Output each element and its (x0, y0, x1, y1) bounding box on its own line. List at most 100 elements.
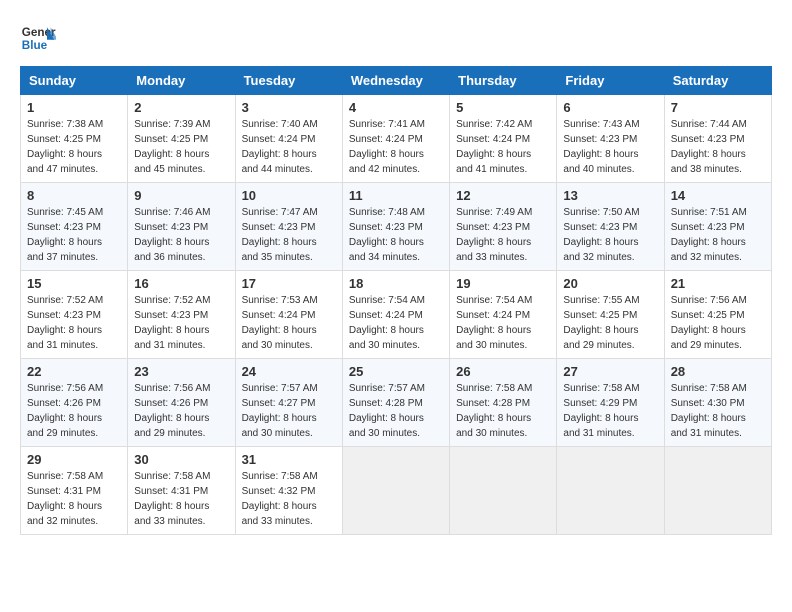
calendar-cell: 10 Sunrise: 7:47 AMSunset: 4:23 PMDaylig… (235, 183, 342, 271)
calendar-cell: 26 Sunrise: 7:58 AMSunset: 4:28 PMDaylig… (450, 359, 557, 447)
calendar-cell: 3 Sunrise: 7:40 AMSunset: 4:24 PMDayligh… (235, 95, 342, 183)
calendar-cell: 13 Sunrise: 7:50 AMSunset: 4:23 PMDaylig… (557, 183, 664, 271)
day-number: 12 (456, 188, 550, 203)
calendar-cell: 8 Sunrise: 7:45 AMSunset: 4:23 PMDayligh… (21, 183, 128, 271)
day-number: 17 (242, 276, 336, 291)
day-detail: Sunrise: 7:58 AMSunset: 4:30 PMDaylight:… (671, 381, 765, 441)
day-number: 3 (242, 100, 336, 115)
day-detail: Sunrise: 7:56 AMSunset: 4:25 PMDaylight:… (671, 293, 765, 353)
day-detail: Sunrise: 7:49 AMSunset: 4:23 PMDaylight:… (456, 205, 550, 265)
calendar-cell: 18 Sunrise: 7:54 AMSunset: 4:24 PMDaylig… (342, 271, 449, 359)
day-number: 18 (349, 276, 443, 291)
day-number: 5 (456, 100, 550, 115)
calendar-week-row: 29 Sunrise: 7:58 AMSunset: 4:31 PMDaylig… (21, 447, 772, 535)
calendar-body: 1 Sunrise: 7:38 AMSunset: 4:25 PMDayligh… (21, 95, 772, 535)
day-detail: Sunrise: 7:54 AMSunset: 4:24 PMDaylight:… (349, 293, 443, 353)
calendar-cell: 4 Sunrise: 7:41 AMSunset: 4:24 PMDayligh… (342, 95, 449, 183)
calendar-table: SundayMondayTuesdayWednesdayThursdayFrid… (20, 66, 772, 535)
day-detail: Sunrise: 7:38 AMSunset: 4:25 PMDaylight:… (27, 117, 121, 177)
svg-text:Blue: Blue (22, 39, 48, 52)
calendar-week-row: 8 Sunrise: 7:45 AMSunset: 4:23 PMDayligh… (21, 183, 772, 271)
day-detail: Sunrise: 7:58 AMSunset: 4:32 PMDaylight:… (242, 469, 336, 529)
day-number: 19 (456, 276, 550, 291)
calendar-header-sunday: Sunday (21, 67, 128, 95)
calendar-header-row: SundayMondayTuesdayWednesdayThursdayFrid… (21, 67, 772, 95)
calendar-cell: 25 Sunrise: 7:57 AMSunset: 4:28 PMDaylig… (342, 359, 449, 447)
day-number: 27 (563, 364, 657, 379)
day-number: 24 (242, 364, 336, 379)
day-number: 1 (27, 100, 121, 115)
calendar-header-wednesday: Wednesday (342, 67, 449, 95)
day-number: 25 (349, 364, 443, 379)
calendar-cell: 14 Sunrise: 7:51 AMSunset: 4:23 PMDaylig… (664, 183, 771, 271)
calendar-cell (664, 447, 771, 535)
day-number: 14 (671, 188, 765, 203)
day-detail: Sunrise: 7:50 AMSunset: 4:23 PMDaylight:… (563, 205, 657, 265)
calendar-cell: 6 Sunrise: 7:43 AMSunset: 4:23 PMDayligh… (557, 95, 664, 183)
day-number: 30 (134, 452, 228, 467)
calendar-cell: 12 Sunrise: 7:49 AMSunset: 4:23 PMDaylig… (450, 183, 557, 271)
calendar-cell: 16 Sunrise: 7:52 AMSunset: 4:23 PMDaylig… (128, 271, 235, 359)
calendar-cell: 1 Sunrise: 7:38 AMSunset: 4:25 PMDayligh… (21, 95, 128, 183)
day-number: 8 (27, 188, 121, 203)
calendar-header-friday: Friday (557, 67, 664, 95)
day-number: 22 (27, 364, 121, 379)
calendar-week-row: 22 Sunrise: 7:56 AMSunset: 4:26 PMDaylig… (21, 359, 772, 447)
calendar-cell: 21 Sunrise: 7:56 AMSunset: 4:25 PMDaylig… (664, 271, 771, 359)
day-detail: Sunrise: 7:52 AMSunset: 4:23 PMDaylight:… (27, 293, 121, 353)
calendar-week-row: 1 Sunrise: 7:38 AMSunset: 4:25 PMDayligh… (21, 95, 772, 183)
day-number: 31 (242, 452, 336, 467)
day-number: 9 (134, 188, 228, 203)
day-number: 13 (563, 188, 657, 203)
calendar-cell: 23 Sunrise: 7:56 AMSunset: 4:26 PMDaylig… (128, 359, 235, 447)
calendar-cell: 2 Sunrise: 7:39 AMSunset: 4:25 PMDayligh… (128, 95, 235, 183)
calendar-cell: 24 Sunrise: 7:57 AMSunset: 4:27 PMDaylig… (235, 359, 342, 447)
day-number: 2 (134, 100, 228, 115)
day-number: 29 (27, 452, 121, 467)
calendar-cell: 19 Sunrise: 7:54 AMSunset: 4:24 PMDaylig… (450, 271, 557, 359)
day-detail: Sunrise: 7:58 AMSunset: 4:31 PMDaylight:… (134, 469, 228, 529)
calendar-cell: 28 Sunrise: 7:58 AMSunset: 4:30 PMDaylig… (664, 359, 771, 447)
calendar-cell (450, 447, 557, 535)
day-detail: Sunrise: 7:56 AMSunset: 4:26 PMDaylight:… (134, 381, 228, 441)
day-number: 4 (349, 100, 443, 115)
calendar-cell: 9 Sunrise: 7:46 AMSunset: 4:23 PMDayligh… (128, 183, 235, 271)
calendar-cell: 15 Sunrise: 7:52 AMSunset: 4:23 PMDaylig… (21, 271, 128, 359)
calendar-week-row: 15 Sunrise: 7:52 AMSunset: 4:23 PMDaylig… (21, 271, 772, 359)
calendar-cell: 29 Sunrise: 7:58 AMSunset: 4:31 PMDaylig… (21, 447, 128, 535)
day-detail: Sunrise: 7:55 AMSunset: 4:25 PMDaylight:… (563, 293, 657, 353)
calendar-cell: 11 Sunrise: 7:48 AMSunset: 4:23 PMDaylig… (342, 183, 449, 271)
day-detail: Sunrise: 7:57 AMSunset: 4:28 PMDaylight:… (349, 381, 443, 441)
day-detail: Sunrise: 7:58 AMSunset: 4:28 PMDaylight:… (456, 381, 550, 441)
day-number: 6 (563, 100, 657, 115)
calendar-cell: 5 Sunrise: 7:42 AMSunset: 4:24 PMDayligh… (450, 95, 557, 183)
day-detail: Sunrise: 7:41 AMSunset: 4:24 PMDaylight:… (349, 117, 443, 177)
calendar-cell: 17 Sunrise: 7:53 AMSunset: 4:24 PMDaylig… (235, 271, 342, 359)
day-number: 16 (134, 276, 228, 291)
day-detail: Sunrise: 7:54 AMSunset: 4:24 PMDaylight:… (456, 293, 550, 353)
calendar-header-tuesday: Tuesday (235, 67, 342, 95)
day-number: 21 (671, 276, 765, 291)
calendar-cell: 30 Sunrise: 7:58 AMSunset: 4:31 PMDaylig… (128, 447, 235, 535)
day-detail: Sunrise: 7:56 AMSunset: 4:26 PMDaylight:… (27, 381, 121, 441)
logo-icon: General Blue (20, 20, 56, 56)
day-number: 10 (242, 188, 336, 203)
day-detail: Sunrise: 7:52 AMSunset: 4:23 PMDaylight:… (134, 293, 228, 353)
day-number: 23 (134, 364, 228, 379)
day-detail: Sunrise: 7:42 AMSunset: 4:24 PMDaylight:… (456, 117, 550, 177)
calendar-header-monday: Monday (128, 67, 235, 95)
day-detail: Sunrise: 7:43 AMSunset: 4:23 PMDaylight:… (563, 117, 657, 177)
day-detail: Sunrise: 7:58 AMSunset: 4:31 PMDaylight:… (27, 469, 121, 529)
day-number: 11 (349, 188, 443, 203)
day-detail: Sunrise: 7:58 AMSunset: 4:29 PMDaylight:… (563, 381, 657, 441)
calendar-cell: 27 Sunrise: 7:58 AMSunset: 4:29 PMDaylig… (557, 359, 664, 447)
day-detail: Sunrise: 7:40 AMSunset: 4:24 PMDaylight:… (242, 117, 336, 177)
calendar-cell: 31 Sunrise: 7:58 AMSunset: 4:32 PMDaylig… (235, 447, 342, 535)
logo: General Blue (20, 20, 60, 56)
calendar-cell: 7 Sunrise: 7:44 AMSunset: 4:23 PMDayligh… (664, 95, 771, 183)
day-detail: Sunrise: 7:47 AMSunset: 4:23 PMDaylight:… (242, 205, 336, 265)
day-detail: Sunrise: 7:57 AMSunset: 4:27 PMDaylight:… (242, 381, 336, 441)
day-number: 15 (27, 276, 121, 291)
header: General Blue (20, 20, 772, 56)
day-detail: Sunrise: 7:39 AMSunset: 4:25 PMDaylight:… (134, 117, 228, 177)
